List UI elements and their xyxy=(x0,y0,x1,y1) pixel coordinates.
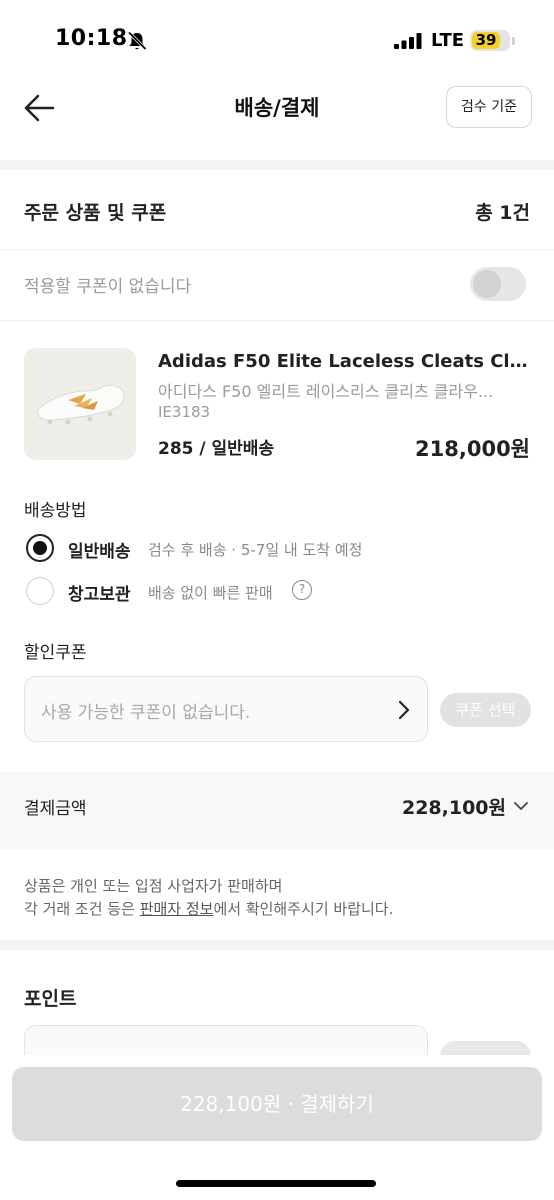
product-code: IE3183 xyxy=(158,403,211,421)
status-bar: 10:18 LTE 39 xyxy=(0,0,554,80)
home-indicator xyxy=(176,1180,376,1187)
standard-shipping-desc: 검수 후 배송 · 5-7일 내 도착 예정 xyxy=(148,541,363,559)
toggle-knob xyxy=(473,270,501,298)
product-name-korean: 아디다스 F50 엘리트 레이스리스 클리츠 클라우... xyxy=(158,382,494,401)
seller-info-link[interactable]: 판매자 정보 xyxy=(140,900,214,918)
order-count: 총 1건 xyxy=(475,202,530,224)
seller-notice-line-1: 상품은 개인 또는 입점 사업자가 판매하며 xyxy=(24,877,283,895)
coupon-select-button[interactable]: 쿠폰 선택 xyxy=(440,693,531,727)
product-price: 218,000원 xyxy=(415,437,530,461)
coupon-field-placeholder: 사용 가능한 쿠폰이 없습니다. xyxy=(41,703,251,723)
soccer-cleat-image xyxy=(37,384,125,425)
divider xyxy=(0,320,554,321)
payment-amount-label: 결제금액 xyxy=(24,799,87,819)
bell-off-icon xyxy=(127,31,147,51)
bottom-bar: 228,100원 · 결제하기 xyxy=(0,1055,554,1200)
points-title: 포인트 xyxy=(24,988,77,1010)
standard-shipping-label[interactable]: 일반배송 xyxy=(68,537,131,562)
status-time: 10:18 xyxy=(55,26,128,51)
payment-amount: 228,100원 xyxy=(401,797,506,819)
coupon-toggle[interactable] xyxy=(470,267,526,301)
notice-text: 각 거래 조건 등은 xyxy=(24,900,140,918)
radio-warehouse-storage[interactable] xyxy=(26,577,54,605)
battery-icon: 39 xyxy=(470,30,510,51)
product-image[interactable] xyxy=(24,348,136,460)
header: 배송/결제 검수 기준 xyxy=(0,80,554,160)
coupon-field[interactable]: 사용 가능한 쿠폰이 없습니다. xyxy=(24,676,428,742)
battery-level: 39 xyxy=(475,31,497,49)
divider xyxy=(0,249,554,250)
radio-standard-shipping[interactable] xyxy=(26,534,54,562)
checkout-button[interactable]: 228,100원 · 결제하기 xyxy=(12,1067,542,1141)
cellular-signal-icon xyxy=(394,33,422,49)
network-type: LTE xyxy=(431,30,465,51)
section-divider xyxy=(0,940,554,950)
shipping-method-title: 배송방법 xyxy=(24,501,87,521)
discount-coupon-title: 할인쿠폰 xyxy=(24,643,87,663)
product-name: Adidas F50 Elite Laceless Cleats Clou... xyxy=(158,351,532,372)
inspection-criteria-button[interactable]: 검수 기준 xyxy=(446,86,532,128)
payment-amount-row[interactable]: 결제금액 228,100원 xyxy=(0,772,554,850)
section-divider xyxy=(0,160,554,170)
product-option: 285 / 일반배송 xyxy=(158,439,275,459)
seller-notice-line-2: 각 거래 조건 등은 판매자 정보에서 확인해주시기 바랍니다. xyxy=(24,898,393,919)
chevron-down-icon[interactable] xyxy=(513,801,529,811)
chevron-right-icon xyxy=(398,700,410,720)
help-icon[interactable]: ? xyxy=(292,580,312,600)
notice-text: 에서 확인해주시기 바랍니다. xyxy=(213,900,394,918)
order-section-title: 주문 상품 및 쿠폰 xyxy=(24,202,167,224)
warehouse-storage-label[interactable]: 창고보관 xyxy=(68,580,131,605)
coupon-status-text: 적용할 쿠폰이 없습니다 xyxy=(24,277,192,297)
warehouse-storage-desc: 배송 없이 빠른 판매 xyxy=(148,584,273,602)
